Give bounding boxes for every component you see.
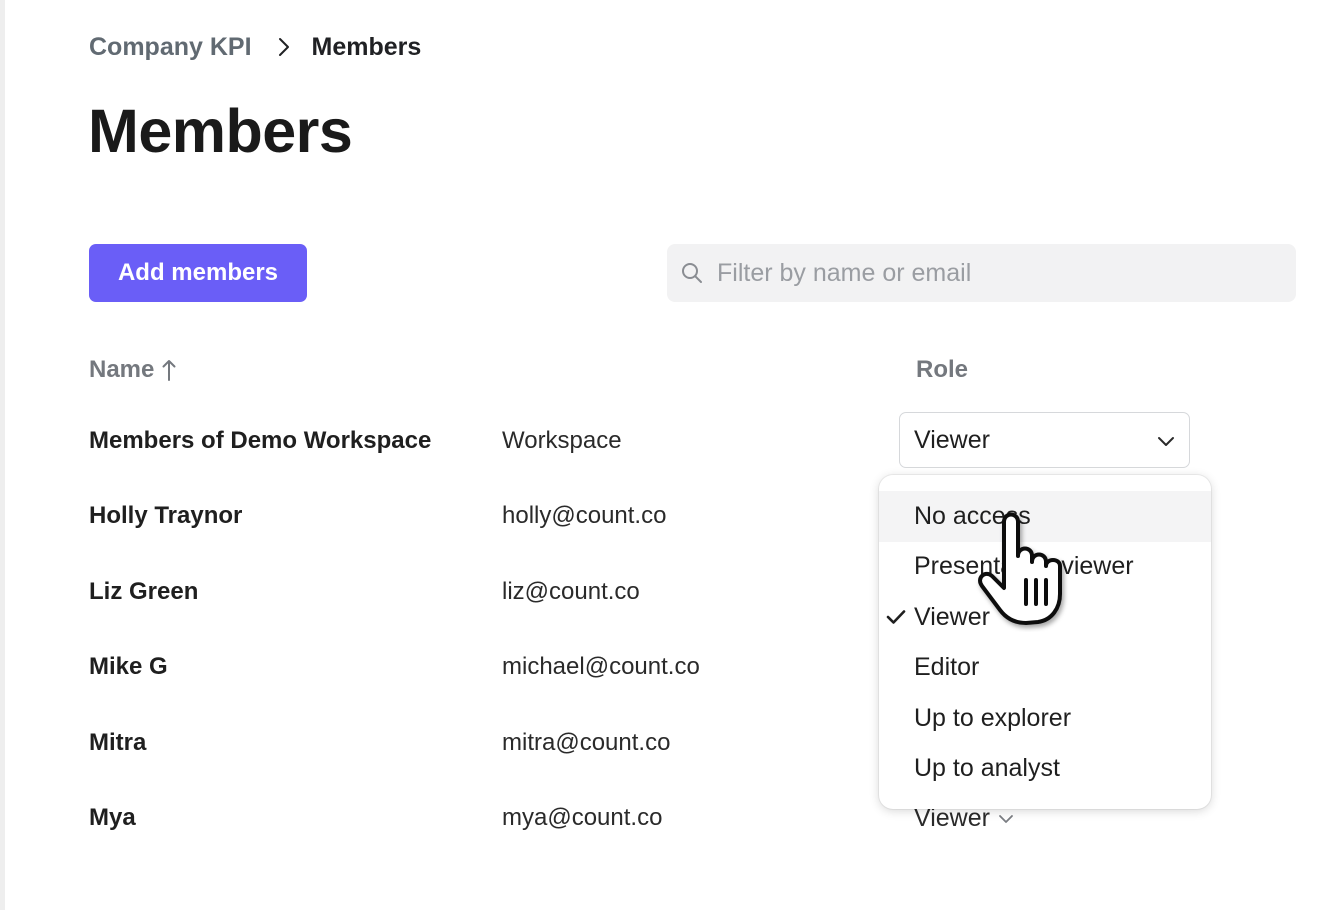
member-name: Members of Demo Workspace — [89, 427, 432, 454]
breadcrumb-parent-link[interactable]: Company KPI — [89, 33, 252, 62]
search-box[interactable] — [667, 243, 1296, 303]
member-email: michael@count.co — [502, 653, 700, 680]
member-name: Holly Traynor — [89, 502, 243, 529]
menu-item-editor[interactable]: Editor — [879, 643, 1211, 694]
add-members-button[interactable]: Add members — [89, 244, 307, 302]
menu-item-label: No access — [914, 501, 1031, 530]
role-select-value: Viewer — [914, 425, 990, 454]
breadcrumb-current: Members — [311, 32, 422, 61]
chevron-right-icon — [278, 37, 290, 57]
column-header-name[interactable]: Name — [89, 356, 176, 384]
member-name: Mike G — [89, 653, 168, 680]
search-icon — [681, 262, 703, 284]
member-email: Workspace — [502, 427, 622, 454]
menu-item-label: Up to analyst — [914, 754, 1060, 783]
menu-item-viewer[interactable]: Viewer — [879, 592, 1211, 643]
menu-item-up-to-analyst[interactable]: Up to analyst — [879, 744, 1211, 795]
member-email: mya@count.co — [502, 804, 663, 831]
menu-item-label: Viewer — [914, 602, 990, 631]
member-email: liz@count.co — [502, 578, 640, 605]
menu-item-presentation-viewer[interactable]: Presentation viewer — [879, 542, 1211, 593]
menu-item-label: Presentation viewer — [914, 552, 1134, 581]
chevron-down-icon — [1157, 426, 1175, 455]
member-name: Mitra — [89, 729, 147, 756]
member-email: mitra@count.co — [502, 729, 671, 756]
member-name: Liz Green — [89, 578, 199, 605]
search-input[interactable] — [715, 243, 1296, 303]
menu-item-up-to-explorer[interactable]: Up to explorer — [879, 693, 1211, 744]
arrow-up-icon — [162, 359, 176, 381]
role-select-open[interactable]: Viewer — [899, 412, 1190, 468]
member-email: holly@count.co — [502, 502, 667, 529]
menu-item-label: Up to explorer — [914, 703, 1072, 732]
member-name: Mya — [89, 804, 136, 831]
page-title: Members — [88, 97, 353, 165]
role-dropdown-menu: No access Presentation viewer Viewer Edi… — [879, 475, 1211, 809]
menu-item-no-access[interactable]: No access — [879, 491, 1211, 542]
window-left-edge — [0, 0, 5, 910]
check-icon — [886, 609, 906, 625]
column-header-name-label: Name — [89, 356, 155, 383]
column-header-role: Role — [916, 356, 969, 383]
menu-item-label: Editor — [914, 653, 980, 682]
breadcrumb: Company KPI Members — [89, 30, 421, 64]
chevron-down-icon — [998, 814, 1014, 824]
